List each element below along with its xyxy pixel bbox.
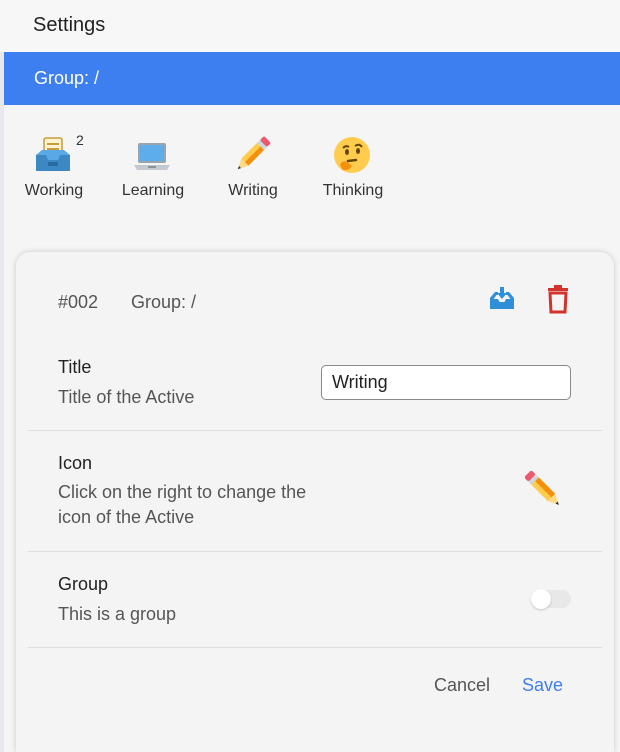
- laptop-icon: [131, 134, 173, 176]
- toggle-knob: [531, 589, 551, 609]
- pencil-icon: [524, 470, 559, 505]
- activity-count-badge: 2: [76, 132, 84, 148]
- settings-window: Settings Group: / 2 Working Learning Wri…: [0, 0, 620, 752]
- group-bar-label: Group: /: [34, 68, 100, 88]
- inbox-download-icon: [490, 287, 514, 309]
- title-row-label: Title: [58, 357, 92, 377]
- activity-working[interactable]: 2 Working: [14, 128, 94, 204]
- group-bar[interactable]: Group: /: [4, 52, 620, 105]
- delete-button[interactable]: [544, 284, 572, 314]
- activity-label: Writing: [228, 182, 278, 199]
- thinking-face-icon: [331, 134, 373, 176]
- activity-editor-card: #002 Group: / Title Title of the Active: [16, 252, 614, 752]
- activity-list: 2 Working Learning Writing Thinking: [14, 128, 434, 208]
- group-row-label: Group: [58, 574, 109, 594]
- title-row: Title Title of the Active: [28, 340, 602, 431]
- move-to-inbox-button[interactable]: [487, 285, 517, 315]
- group-toggle[interactable]: [531, 589, 571, 609]
- icon-row-description: Click on the right to change the icon of…: [58, 482, 307, 527]
- window-title: Settings: [33, 14, 106, 36]
- group-row-description: This is a group: [58, 604, 177, 624]
- icon-picker-button[interactable]: [523, 469, 565, 511]
- activity-learning[interactable]: Learning: [113, 128, 193, 204]
- activity-thinking[interactable]: Thinking: [313, 128, 393, 204]
- title-row-description: Title of the Active: [58, 387, 195, 407]
- activity-group: Group: /: [131, 292, 197, 312]
- title-input[interactable]: [321, 365, 571, 400]
- icon-row: Icon Click on the right to change the ic…: [28, 431, 602, 552]
- left-edge: [0, 52, 4, 752]
- cancel-button[interactable]: Cancel: [434, 675, 490, 696]
- inbox-tray-icon: [32, 134, 74, 176]
- title-bar: Settings: [0, 0, 620, 52]
- icon-row-label: Icon: [58, 453, 93, 473]
- pencil-icon: [231, 134, 273, 176]
- activity-writing[interactable]: Writing: [213, 128, 293, 204]
- save-button[interactable]: Save: [522, 675, 563, 696]
- trash-icon: [548, 285, 568, 314]
- activity-label: Thinking: [322, 182, 384, 199]
- group-row: Group This is a group: [28, 552, 602, 648]
- activity-label: Working: [24, 182, 84, 199]
- activity-id: #002: [58, 292, 99, 312]
- activity-label: Learning: [121, 182, 185, 199]
